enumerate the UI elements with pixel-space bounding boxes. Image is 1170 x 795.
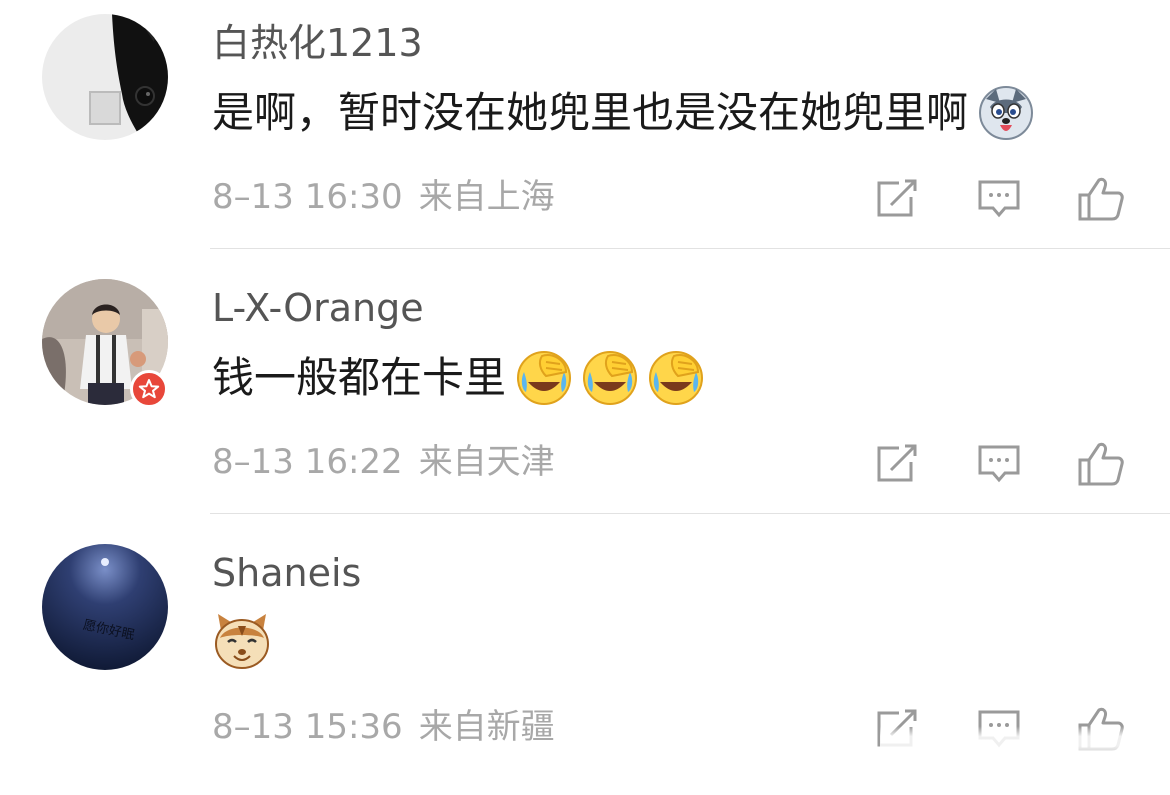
comment-item: L-X-Orange 钱一般都在卡里 8–13 16:22 来自天津: [0, 265, 1170, 530]
husky-emoji-icon: [978, 85, 1034, 141]
comment-text: 是啊，暂时没在她兜里也是没在她兜里啊: [212, 88, 969, 137]
dark-sphere-avatar-icon: 愿你好眠: [42, 544, 168, 670]
divider: [210, 248, 1170, 249]
reply-button[interactable]: [974, 439, 1024, 489]
repost-icon: [877, 444, 917, 482]
like-button[interactable]: [1076, 704, 1126, 754]
avatar[interactable]: [42, 14, 168, 140]
laugh-cry-emoji-icon: [648, 350, 704, 406]
repost-icon: [877, 179, 917, 217]
like-button[interactable]: [1076, 439, 1126, 489]
star-badge-icon: [130, 370, 168, 408]
reply-icon: [978, 445, 1020, 483]
laugh-cry-emoji-icon: [582, 350, 638, 406]
like-icon: [1078, 707, 1124, 751]
comment-time: 8–13 16:22: [212, 442, 403, 482]
repost-icon: [877, 709, 917, 747]
like-button[interactable]: [1076, 174, 1126, 224]
comment-meta: 8–13 16:22 来自天津: [212, 437, 555, 487]
username[interactable]: L-X-Orange: [212, 283, 424, 333]
avatar[interactable]: 愿你好眠: [42, 544, 168, 670]
repost-button[interactable]: [872, 704, 922, 754]
comment-time: 8–13 16:30: [212, 177, 403, 217]
reply-icon: [978, 180, 1020, 218]
comment-location: 来自上海: [418, 177, 555, 217]
reply-icon: [978, 710, 1020, 748]
reply-button[interactable]: [974, 174, 1024, 224]
cat-face-emoji-icon: [212, 610, 272, 670]
like-icon: [1078, 177, 1124, 221]
comment-item: 白热化1213 是啊，暂时没在她兜里也是没在她兜里啊 8–13 16:30 来自上…: [0, 0, 1170, 265]
comment-item: 愿你好眠 Shaneis 8–13 15:36 来自新疆: [0, 530, 1170, 795]
divider: [210, 513, 1170, 514]
reply-button[interactable]: [974, 704, 1024, 754]
repost-button[interactable]: [872, 174, 922, 224]
username[interactable]: 白热化1213: [212, 18, 423, 68]
like-icon: [1078, 442, 1124, 486]
comment-meta: 8–13 15:36 来自新疆: [212, 702, 555, 752]
comment-time: 8–13 15:36: [212, 707, 403, 747]
comment-text: 钱一般都在卡里: [212, 353, 507, 402]
comment-text-row: [212, 610, 272, 670]
username[interactable]: Shaneis: [212, 548, 361, 598]
repost-button[interactable]: [872, 439, 922, 489]
black-cat-avatar-icon: [42, 14, 168, 140]
comment-location: 来自天津: [418, 442, 555, 482]
comment-text-row: 是啊，暂时没在她兜里也是没在她兜里啊: [212, 85, 1034, 141]
comment-text-row: 钱一般都在卡里: [212, 350, 704, 406]
laugh-cry-emoji-icon: [516, 350, 572, 406]
comment-location: 来自新疆: [418, 707, 555, 747]
comment-meta: 8–13 16:30 来自上海: [212, 172, 555, 222]
